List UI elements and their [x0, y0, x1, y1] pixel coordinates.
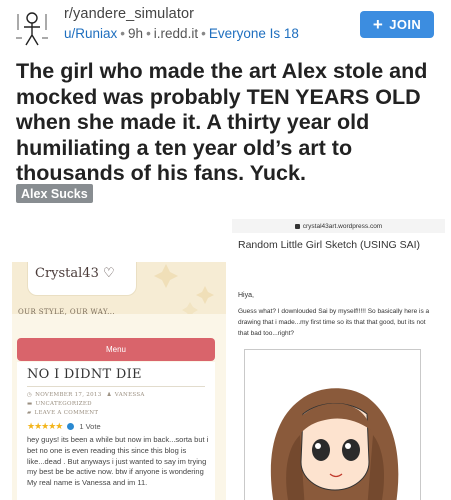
post-date: NOVEMBER 17, 2013: [35, 392, 102, 398]
address-url: crystal43art.wordpress.com: [302, 222, 383, 230]
rating-votes: 1 Vote: [79, 422, 101, 431]
girl-sketch-drawing: [270, 388, 399, 500]
separator-dot: •: [201, 26, 206, 41]
blog-post-meta: ◷ NOVEMBER 17, 2013 ♟ VANESSA ▬ UNCATEGORIZ…: [27, 391, 207, 418]
post-author: VANESSA: [114, 392, 145, 398]
divider: [27, 386, 205, 387]
clock-icon: ◷: [27, 392, 33, 398]
blog-menu-bar: Menu: [17, 338, 215, 361]
blog-post-title: NO I DIDNT DIE: [27, 367, 142, 382]
user-flair: Everyone Is 18: [208, 26, 299, 41]
subreddit-name[interactable]: r/yandere_simulator: [64, 6, 194, 22]
sketch-post-body: Guess what? I downlouded Sai by myself!!…: [238, 308, 430, 337]
person-icon: ♟: [106, 392, 112, 398]
address-bar: crystal43art.wordpress.com: [232, 219, 445, 233]
separator-dot: •: [146, 26, 151, 41]
post-header: r/yandere_simulator u/Runiax • 9h • i.redd.i…: [0, 0, 451, 52]
post-age: 9h: [128, 26, 144, 41]
girl-sketch-image: [244, 349, 421, 500]
lock-icon: [294, 223, 300, 229]
blog-post-card: NO I DIDNT DIE ◷ NOVEMBER 17, 2013 ♟ VANES…: [17, 362, 215, 500]
info-icon: [67, 423, 75, 430]
plus-icon: +: [372, 14, 384, 34]
leave-comment: LEAVE A COMMENT: [34, 410, 99, 416]
folder-icon: ▬: [27, 401, 33, 407]
sketch-post-title: Random Little Girl Sketch (USING SAI): [238, 239, 421, 251]
rating-stars: ★★★★★: [27, 421, 63, 431]
star-rating: ★★★★★ 1 Vote: [27, 421, 101, 432]
blog-tagline: OUR STYLE, OUR WAY...: [18, 308, 115, 316]
left-blog-screenshot[interactable]: Crystal43 ♡ OUR STYLE, OUR WAY... Menu N…: [12, 262, 226, 500]
blog-post-body: hey guys! its been a while but now im ba…: [27, 435, 209, 488]
separator-dot: •: [120, 26, 126, 41]
post-flair[interactable]: Alex Sucks: [16, 184, 93, 203]
post-title[interactable]: The girl who made the art Alex stole and…: [16, 59, 441, 187]
blog-title: Crystal43 ♡: [35, 266, 115, 281]
comment-icon: ▰: [27, 410, 32, 416]
author-link[interactable]: u/Runiax: [64, 26, 117, 41]
stick-figure-avatar-icon[interactable]: [12, 8, 52, 48]
post-domain[interactable]: i.redd.it: [154, 26, 198, 41]
sketch-post-greeting: Hiya,: [238, 292, 254, 299]
join-button[interactable]: + JOIN: [360, 11, 434, 38]
post-category: UNCATEGORIZED: [35, 401, 92, 407]
post-meta: u/Runiax • 9h • i.redd.it • Everyone Is 18: [64, 26, 299, 41]
right-blog-screenshot[interactable]: crystal43art.wordpress.com Random Little…: [232, 219, 445, 500]
join-label: JOIN: [389, 17, 422, 32]
